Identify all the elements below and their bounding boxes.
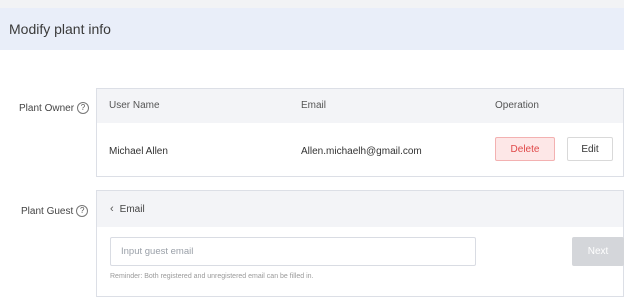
page-title: Modify plant info — [9, 21, 111, 37]
table-row: Michael Allen Allen.michaelh@gmail.com D… — [97, 123, 623, 176]
guest-email-input[interactable] — [110, 237, 476, 266]
column-header-email: Email — [301, 100, 327, 111]
delete-button[interactable]: Delete — [495, 137, 555, 161]
reminder-text: Reminder: Both registered and unregister… — [110, 273, 314, 280]
column-header-operation: Operation — [495, 100, 539, 111]
chevron-left-icon[interactable]: ‹ — [110, 203, 114, 215]
plant-owner-label-group: Plant Owner ? — [19, 102, 90, 114]
plant-owner-label: Plant Owner — [19, 102, 75, 114]
question-circle-icon[interactable]: ? — [76, 205, 89, 217]
plant-guest-label-group: Plant Guest ? — [21, 205, 89, 217]
plant-guest-panel: ‹ Email Next Reminder: Both registered a… — [96, 190, 624, 297]
owner-user-name: Michael Allen — [109, 146, 168, 157]
owner-email: Allen.michaelh@gmail.com — [301, 146, 422, 157]
edit-button[interactable]: Edit — [567, 137, 613, 161]
question-circle-icon[interactable]: ? — [77, 102, 90, 114]
plant-guest-label: Plant Guest — [21, 205, 74, 217]
guest-section-title: Email — [119, 203, 145, 215]
plant-owner-table: User Name Email Operation Michael Allen … — [96, 88, 624, 177]
guest-section-header[interactable]: ‹ Email — [97, 191, 623, 227]
next-button[interactable]: Next — [572, 237, 624, 266]
page-header: Modify plant info — [0, 8, 624, 50]
column-header-user-name: User Name — [109, 100, 160, 111]
content-panel: Plant Owner ? User Name Email Operation … — [0, 50, 624, 297]
table-header: User Name Email Operation — [97, 89, 623, 123]
